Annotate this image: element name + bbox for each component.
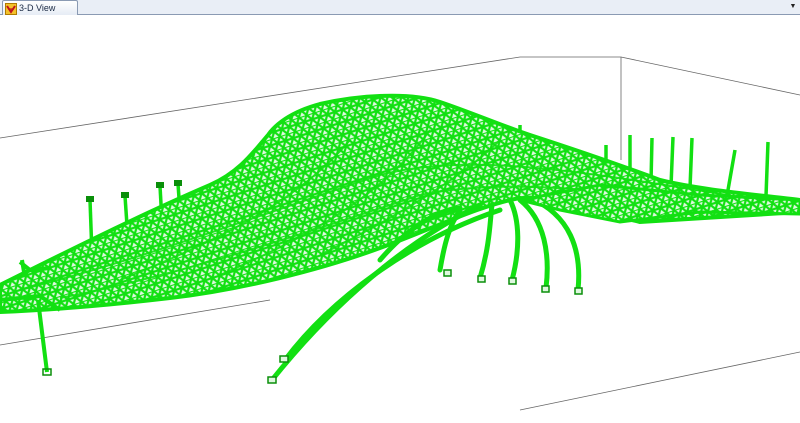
chevron-down-icon[interactable]: ▼ <box>788 2 798 12</box>
tab-label: 3-D View <box>19 3 56 13</box>
3d-view-canvas[interactable] <box>0 15 800 423</box>
document-tab-bar: 3-D View ▼ <box>0 0 800 15</box>
sap-logo-icon <box>5 2 17 15</box>
tab-3d-view[interactable]: 3-D View <box>2 0 78 15</box>
structure-model <box>0 56 800 411</box>
roof-column-caps <box>86 180 182 202</box>
